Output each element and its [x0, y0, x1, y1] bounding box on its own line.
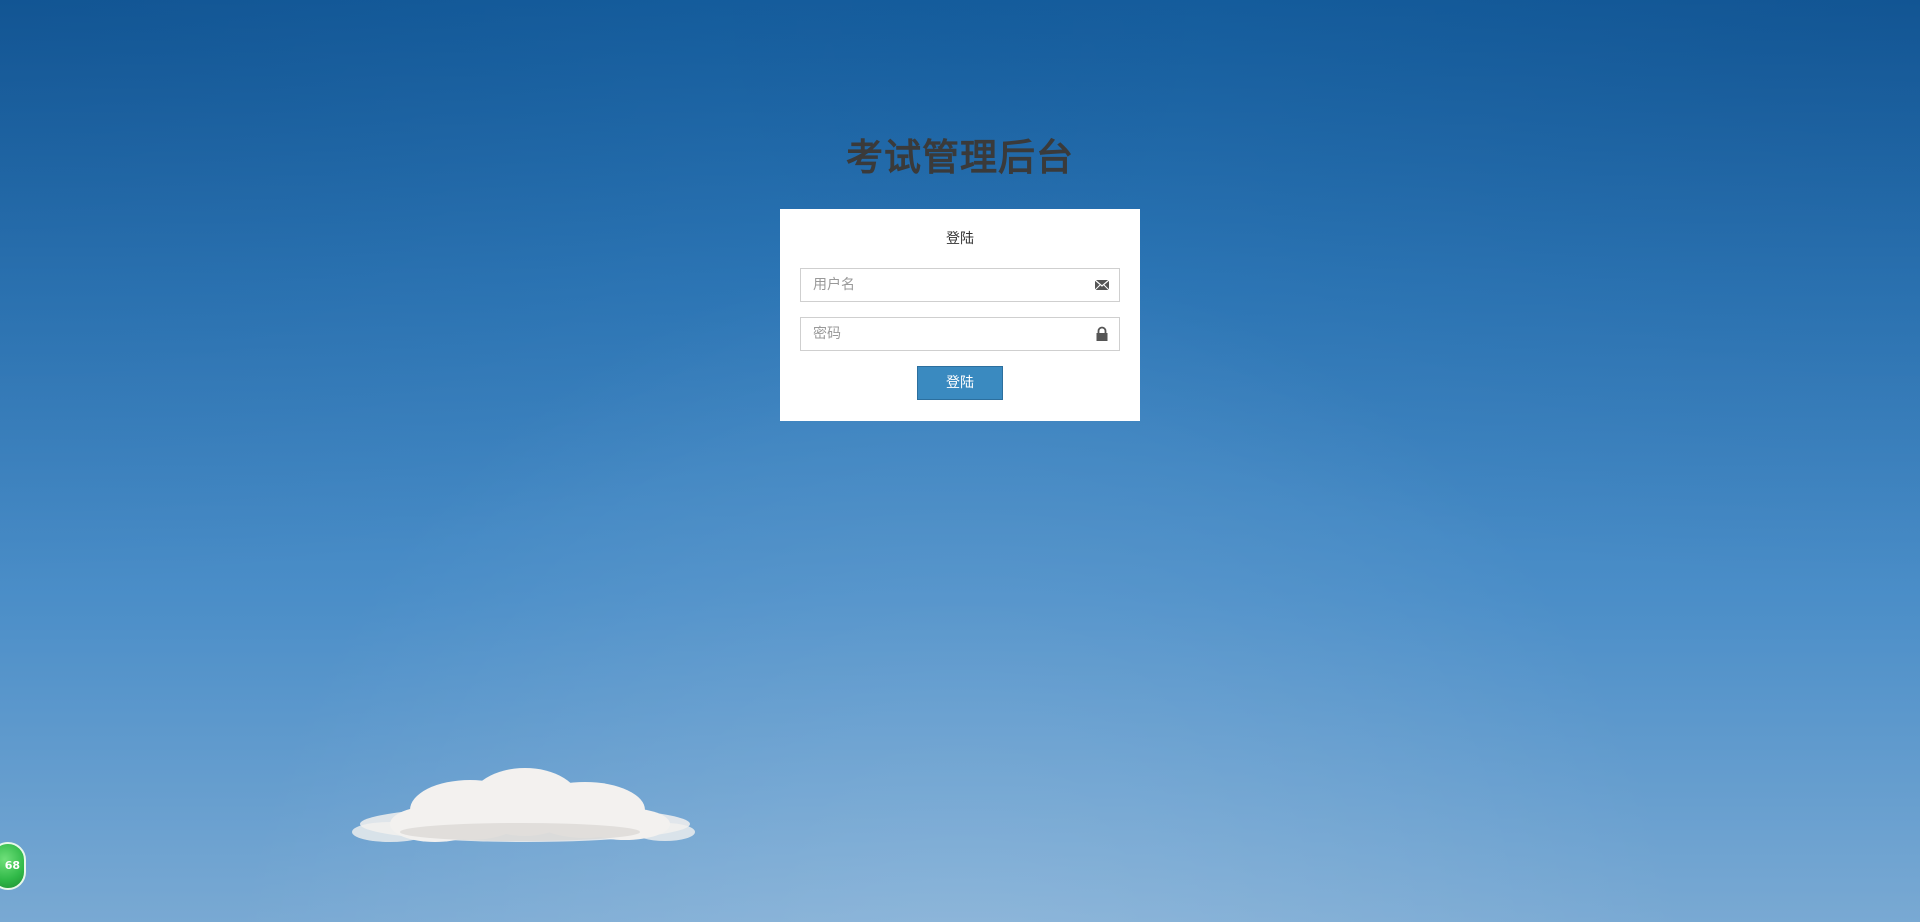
password-input[interactable] — [801, 318, 1081, 350]
login-panel: 登陆 登陆 — [780, 209, 1140, 421]
cloud-image — [352, 768, 695, 842]
username-field[interactable] — [800, 268, 1120, 302]
username-input[interactable] — [801, 269, 1081, 301]
lock-icon — [1096, 326, 1108, 341]
envelope-icon — [1094, 279, 1110, 291]
password-field[interactable] — [800, 317, 1120, 351]
floating-badge[interactable]: 68 — [0, 842, 26, 890]
login-button[interactable]: 登陆 — [917, 366, 1003, 400]
login-heading: 登陆 — [946, 231, 974, 247]
page-title: 考试管理后台 — [846, 136, 1074, 179]
